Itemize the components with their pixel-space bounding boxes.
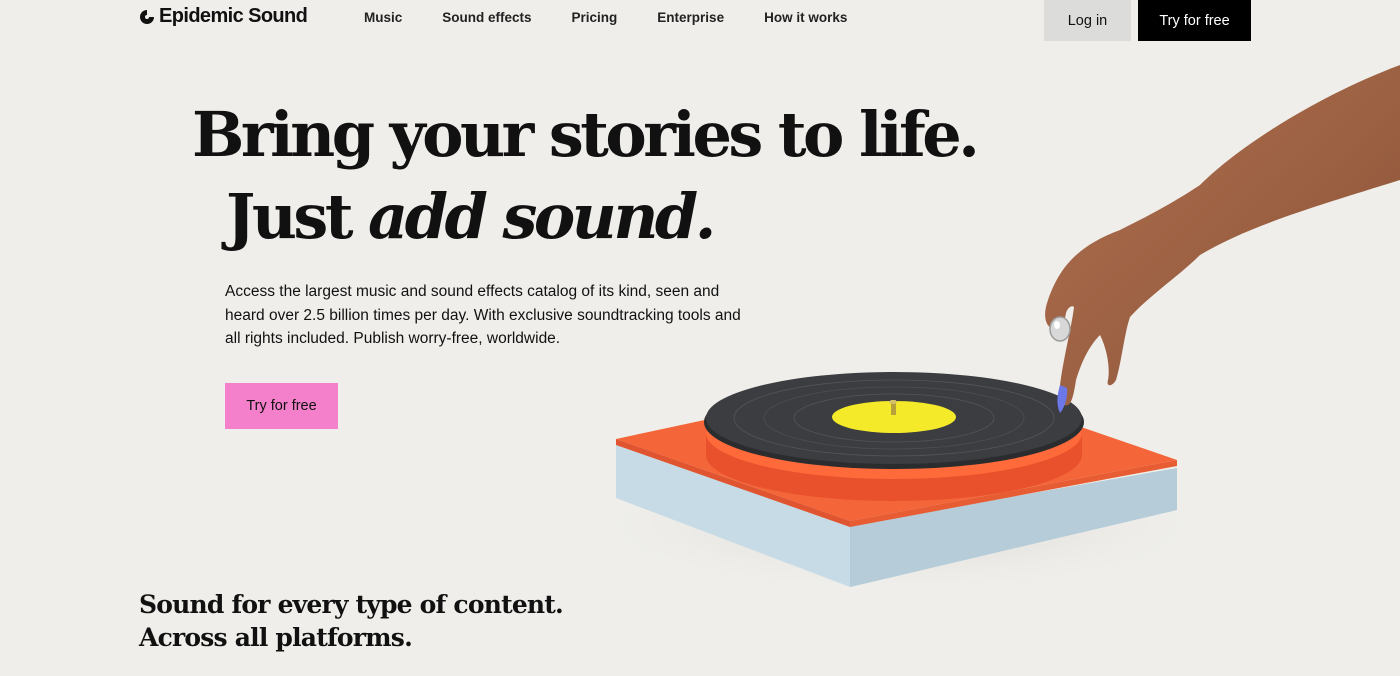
login-button[interactable]: Log in (1044, 0, 1131, 41)
try-for-free-header-button[interactable]: Try for free (1138, 0, 1251, 41)
nav-link-enterprise[interactable]: Enterprise (657, 10, 724, 25)
site-header: Epidemic Sound Music Sound effects Prici… (0, 0, 1400, 42)
nav-link-music[interactable]: Music (364, 10, 402, 25)
epidemic-sound-logo-icon (140, 9, 154, 24)
hero-headline-plain: Just (226, 180, 369, 253)
nav-link-sound-effects[interactable]: Sound effects (442, 10, 531, 25)
logo[interactable]: Epidemic Sound (139, 5, 308, 28)
main-nav: Music Sound effects Pricing Enterprise H… (364, 10, 887, 25)
try-for-free-hero-button[interactable]: Try for free (225, 383, 338, 429)
logo-text: Epidemic Sound (159, 5, 308, 27)
section-heading: Sound for every type of content. Across … (139, 588, 564, 654)
page: Epidemic Sound Music Sound effects Prici… (0, 0, 1400, 676)
turntable-illustration (580, 65, 1400, 595)
section-heading-line1: Sound for every type of content. (139, 590, 564, 619)
nav-link-pricing[interactable]: Pricing (572, 10, 618, 25)
section-heading-line2: Across all platforms. (139, 623, 413, 652)
nav-link-how-it-works[interactable]: How it works (764, 10, 847, 25)
